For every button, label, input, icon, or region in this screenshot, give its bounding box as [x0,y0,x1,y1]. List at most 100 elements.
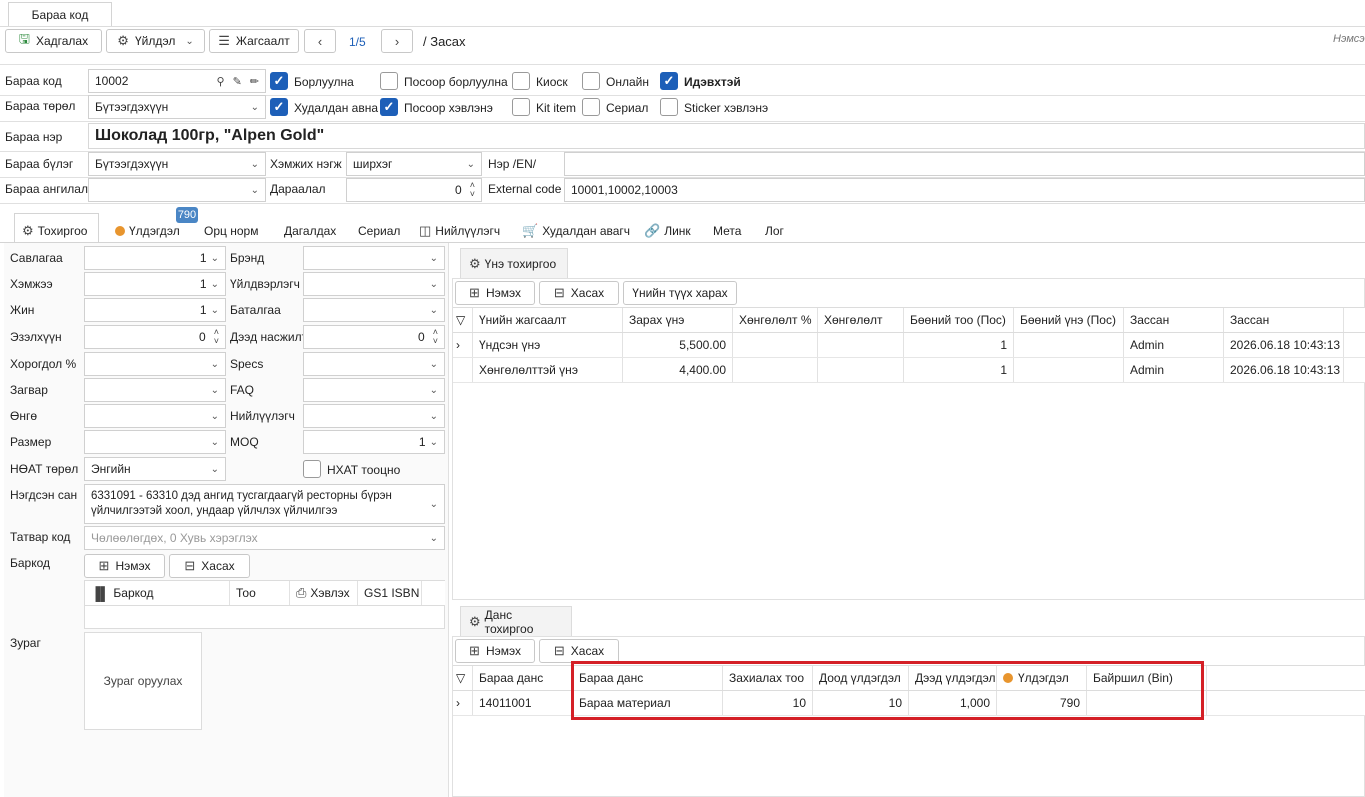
col-modified-by[interactable]: Зассан [1124,308,1224,332]
col-max-stock[interactable]: Дээд үлдэгдэл [909,666,997,690]
size-select[interactable]: 1 ⌄ [84,272,226,296]
table-row[interactable]: › 14011001 Бараа материал 10 10 1,000 79… [453,691,1365,716]
col-print[interactable]: ⎙ Хэвлэх [290,581,358,605]
barcode-remove-button[interactable]: ⊟ Хасах [169,554,250,578]
code-field[interactable]: 10002 ⚲ ✎ ✏ [88,69,266,93]
check-pos-sell[interactable] [380,72,398,90]
col-barcode[interactable]: ▐▌ Баркод [85,581,230,605]
col-qty[interactable]: Тоо [230,581,290,605]
col-sale-price[interactable]: Зарах үнэ [623,308,733,332]
next-button[interactable]: › [381,29,413,53]
tab-serial[interactable]: Сериал [358,219,400,243]
table-row[interactable]: Хөнгөлөлттэй үнэ 4,400.00 1 Admin 2026.0… [453,358,1365,383]
list-button[interactable]: ☰ Жагсаалт [209,29,299,53]
tab-settings[interactable]: ⚙ Тохиргоо [22,219,87,243]
col-order-qty[interactable]: Захиалах тоо [723,666,813,690]
waste-select[interactable]: ⌄ [84,352,226,376]
tab-supplier[interactable]: ◫ Нийлүүлэгч [419,219,500,243]
save-button[interactable]: 🖫 Хадгалах [5,29,102,53]
price-remove-button[interactable]: ⊟ Хасах [539,281,619,305]
col-modified-at[interactable]: Зассан [1224,308,1344,332]
maker-select[interactable]: ⌄ [303,272,445,296]
check-serial[interactable] [582,98,600,116]
check-kit-item[interactable] [512,98,530,116]
check-kiosk[interactable] [512,72,530,90]
weight-select[interactable]: 1 ⌄ [84,298,226,322]
check-sticker[interactable] [660,98,678,116]
col-stock[interactable]: Үлдэгдэл [997,666,1087,690]
image-upload-label: Зураг оруулах [103,674,183,688]
tab-supplier-label: Нийлүүлэгч [435,224,501,238]
tab-link[interactable]: 🔗 Линк [644,219,691,243]
col-discount[interactable]: Хөнгөлөлт [818,308,904,332]
table-row[interactable]: › Үндсэн үнэ 5,500.00 1 Admin 2026.06.18… [453,333,1365,358]
filter-icon[interactable]: ▽ [453,308,473,332]
tax-select[interactable]: Чөлөөлөгдөх, 0 Хувь хэрэглэх ⌄ [84,526,445,550]
expand-icon[interactable]: › [453,333,473,357]
col-price-list[interactable]: Үнийн жагсаалт [473,308,623,332]
brand-select[interactable]: ⌄ [303,246,445,270]
nhat-checkbox[interactable] [303,460,321,478]
col-discount-pct[interactable]: Хөнгөлөлт % [733,308,818,332]
dim-select[interactable]: ⌄ [84,430,226,454]
tab-log[interactable]: Лог [765,219,784,243]
pencil-icon[interactable]: ✏ [250,75,259,88]
category-label: Бараа ангилал [5,182,88,196]
col-account-name[interactable]: Бараа данс [573,666,723,690]
name-en-field[interactable] [564,152,1365,176]
tab-customer[interactable]: 🛒 Худалдан авагч [522,219,630,243]
col-gs1[interactable]: GS1 ISBN [358,581,422,605]
faq-select[interactable]: ⌄ [303,378,445,402]
volume-spinner[interactable]: 0 ˄ ˅ [84,325,226,349]
unit-select[interactable]: ширхэг ⌄ [346,152,482,176]
col-bin[interactable]: Байршил (Bin) [1087,666,1207,690]
model-select[interactable]: ⌄ [84,378,226,402]
supplier-select[interactable]: ⌄ [303,404,445,428]
prev-button[interactable]: ‹ [304,29,336,53]
spinner-icon[interactable]: ˄ ˅ [214,328,219,346]
group-select[interactable]: Бүтээгдэхүүн ⌄ [88,152,266,176]
edit-icon[interactable]: ✎ [233,75,242,88]
price-history-button[interactable]: Үнийн түүх харах [623,281,737,305]
vat-select[interactable]: Энгийн ⌄ [84,457,226,481]
check-active[interactable]: ✓ [660,72,678,90]
check-pos-print[interactable]: ✓ [380,98,398,116]
col-account[interactable]: Бараа данс [473,666,573,690]
check-sell[interactable]: ✓ [270,72,288,90]
search-icon[interactable]: ⚲ [217,75,225,88]
action-button[interactable]: ⚙ Үйлдэл ⌄ [106,29,205,53]
check-buy[interactable]: ✓ [270,98,288,116]
spinner-icon[interactable]: ˄ ˅ [433,328,438,346]
tab-accessory[interactable]: Дагалдах [284,219,336,243]
account-add-button[interactable]: ⊞ Нэмэх [455,639,535,663]
document-tab[interactable]: Бараа код [8,2,112,27]
type-select[interactable]: Бүтээгдэхүүн ⌄ [88,95,266,119]
col-wholesale-qty[interactable]: Бөөний тоо (Пос) [904,308,1014,332]
color-select[interactable]: ⌄ [84,404,226,428]
tab-recipe[interactable]: Орц норм [204,219,258,243]
specs-select[interactable]: ⌄ [303,352,445,376]
spinner-icon[interactable]: ˄ ˅ [470,181,475,199]
barcode-add-button[interactable]: ⊞ Нэмэх [84,554,165,578]
category-select[interactable]: ⌄ [88,178,266,202]
account-remove-button[interactable]: ⊟ Хасах [539,639,619,663]
account-settings-tab[interactable]: ⚙ Данс тохиргоо [460,606,572,636]
unified-select[interactable]: 6331091 - 63310 дэд ангид тусгагдаагүй р… [84,484,445,524]
max-spinner[interactable]: 0 ˄ ˅ [303,325,445,349]
warranty-select[interactable]: ⌄ [303,298,445,322]
tab-meta[interactable]: Мета [713,219,741,243]
filter-icon[interactable]: ▽ [453,666,473,690]
expand-icon[interactable]: › [453,691,473,715]
price-add-button[interactable]: ⊞ Нэмэх [455,281,535,305]
moq-select[interactable]: 1 ⌄ [303,430,445,454]
col-min-stock[interactable]: Доод үлдэгдэл [813,666,909,690]
pack-select[interactable]: 1 ⌄ [84,246,226,270]
check-online[interactable] [582,72,600,90]
price-settings-tab[interactable]: ⚙ Үнэ тохиргоо [460,248,568,278]
ext-code-field[interactable]: 10001,10002,10003 [564,178,1365,202]
name-field[interactable]: Шоколад 100гр, "Alpen Gold" [88,123,1365,149]
image-upload-button[interactable]: Зураг оруулах [84,632,202,730]
order-spinner[interactable]: 0 ˄ ˅ [346,178,482,202]
col-wholesale-price[interactable]: Бөөний үнэ (Пос) [1014,308,1124,332]
tab-stock[interactable]: Үлдэгдэл [115,219,180,243]
